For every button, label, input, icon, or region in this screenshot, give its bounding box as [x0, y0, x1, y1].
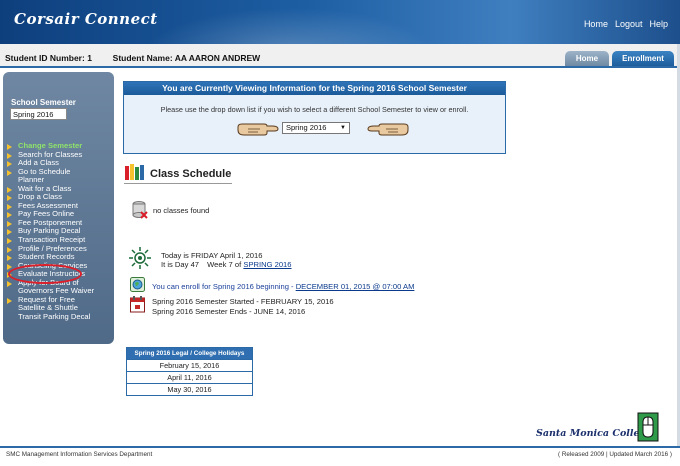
header-swoosh — [120, 0, 460, 44]
footer-divider — [0, 446, 680, 448]
semester-dropdown[interactable]: Spring 2016 ▼ — [282, 122, 350, 134]
enroll-date-link[interactable]: DECEMBER 01, 2015 @ 07:00 AM — [296, 282, 415, 291]
heading-divider — [124, 183, 232, 184]
semester-link[interactable]: SPRING 2016 — [243, 260, 291, 269]
books-icon — [125, 164, 144, 180]
week-label: Week — [207, 260, 227, 269]
arrow-bullet-icon — [7, 263, 12, 270]
semester-dates: Spring 2016 Semester Started - FEBRUARY … — [152, 297, 334, 316]
arrow-bullet-icon — [7, 161, 12, 168]
semester-panel-title: You are Currently Viewing Information fo… — [124, 82, 505, 95]
pointing-hand-right-icon — [237, 123, 279, 136]
enroll-globe-icon — [130, 277, 145, 292]
day-number: 47 — [190, 260, 200, 269]
school-semester-field[interactable]: Spring 2016 — [10, 108, 67, 120]
holiday-row: April 11, 2016 — [127, 371, 252, 383]
pointing-hand-left-icon — [367, 123, 409, 136]
main-tabs: Home Enrollment — [565, 51, 674, 66]
enroll-info: You can enroll for Spring 2016 beginning… — [152, 282, 415, 291]
arrow-bullet-icon — [7, 255, 12, 262]
today-prefix: Today is — [161, 251, 189, 260]
top-nav: Home Logout Help — [584, 19, 668, 29]
arrow-bullet-icon — [7, 229, 12, 236]
arrow-bullet-icon — [7, 152, 12, 159]
school-semester-label: School Semester — [11, 98, 76, 107]
nav-logout-link[interactable]: Logout — [615, 19, 643, 29]
arrow-bullet-icon — [7, 272, 12, 279]
footer-release: ( Released 2009 | Updated March 2016 ) — [558, 451, 672, 458]
holidays-table: Spring 2016 Legal / College Holidays Feb… — [126, 347, 253, 396]
arrow-bullet-icon — [7, 297, 12, 304]
mouse-logo-icon — [637, 412, 659, 442]
arrow-bullet-icon — [7, 144, 12, 150]
class-schedule-heading: Class Schedule — [124, 162, 232, 184]
arrow-bullet-icon — [7, 220, 12, 227]
tab-home[interactable]: Home — [565, 51, 609, 66]
tab-enrollment[interactable]: Enrollment — [612, 51, 674, 66]
day-label: It is Day — [161, 260, 189, 269]
arrow-bullet-icon — [7, 212, 12, 219]
sidebar-item-label: Transit Parking Decal — [18, 311, 91, 321]
of-label: of — [234, 260, 242, 269]
arrow-bullet-icon — [7, 280, 12, 287]
sidebar-item-transit-parking-decal[interactable]: Transit Parking Decal — [7, 311, 94, 322]
no-classes-icon — [132, 201, 148, 219]
holiday-row: May 30, 2016 — [127, 383, 252, 395]
student-name-value: AA AARON ANDREW — [174, 53, 261, 63]
week-number: 7 — [228, 260, 233, 269]
nav-home-link[interactable]: Home — [584, 19, 608, 29]
sun-icon — [129, 247, 151, 269]
sidebar: School Semester Spring 2016 Change Semes… — [3, 72, 114, 344]
enroll-prefix: You can enroll for Spring 2016 beginning — [152, 282, 289, 291]
semester-ends: Spring 2016 Semester Ends - JUNE 14, 201… — [152, 306, 306, 316]
semester-select-row: Spring 2016 ▼ — [124, 121, 505, 137]
student-id-value: 1 — [87, 53, 92, 63]
app-logo[interactable]: Corsair Connect — [14, 10, 158, 28]
semester-panel-instruction: Please use the drop down list if you wis… — [160, 105, 469, 114]
arrow-bullet-icon — [7, 169, 12, 176]
college-logo-text: Santa Monica College — [536, 428, 653, 439]
today-info: Today is FRIDAY April 1, 2016 It is Day … — [161, 251, 292, 269]
student-info-bar: Student ID Number: 1 Student Name: AA AA… — [0, 44, 680, 68]
arrow-bullet-icon — [7, 238, 12, 245]
header-banner: Corsair Connect Home Logout Help — [0, 0, 680, 44]
semester-panel: You are Currently Viewing Information fo… — [123, 81, 506, 154]
calendar-icon — [130, 296, 145, 313]
footer-department: SMC Management Information Services Depa… — [6, 451, 153, 458]
no-classes-message: no classes found — [153, 206, 210, 215]
holiday-row: February 15, 2016 — [127, 359, 252, 371]
semester-started: Spring 2016 Semester Started - FEBRUARY … — [152, 297, 334, 306]
student-info: Student ID Number: 1 Student Name: AA AA… — [5, 53, 260, 63]
class-schedule-title: Class Schedule — [150, 168, 232, 180]
arrow-bullet-icon — [7, 195, 12, 202]
sidebar-menu: Change Semester Search for Classes Add a C… — [7, 141, 94, 322]
arrow-bullet-icon — [7, 246, 12, 253]
student-name-label: Student Name: — [112, 53, 173, 63]
nav-help-link[interactable]: Help — [649, 19, 668, 29]
arrow-bullet-icon — [7, 186, 12, 193]
today-date: FRIDAY April 1, 2016 — [190, 251, 263, 260]
semester-dropdown-value: Spring 2016 — [286, 123, 327, 132]
arrow-bullet-icon — [7, 203, 12, 210]
dropdown-arrow-icon: ▼ — [340, 125, 346, 131]
student-id-label: Student ID Number: — [5, 53, 85, 63]
holidays-header: Spring 2016 Legal / College Holidays — [127, 348, 252, 359]
